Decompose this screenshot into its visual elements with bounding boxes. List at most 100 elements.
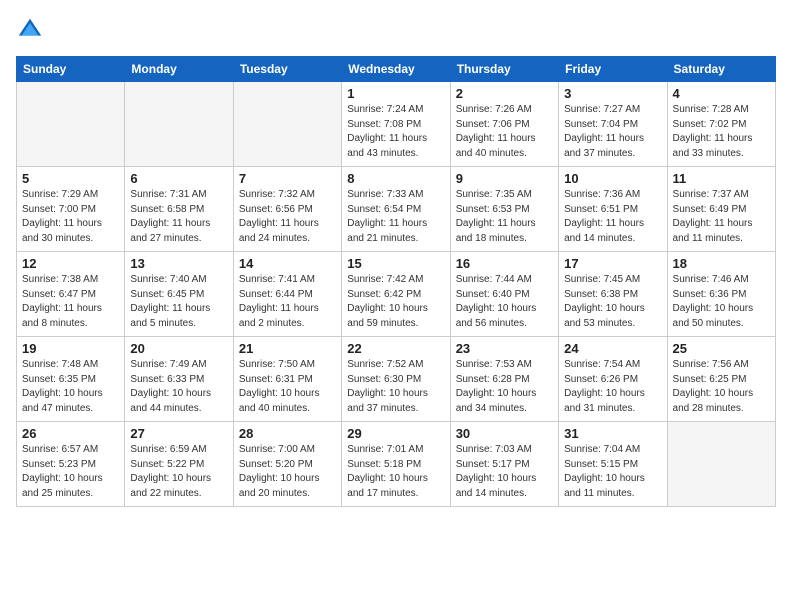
day-number: 19 (22, 341, 119, 356)
day-number: 2 (456, 86, 553, 101)
day-cell: 14 Sunrise: 7:41 AM Sunset: 6:44 PM Dayli… (233, 252, 341, 337)
day-number: 29 (347, 426, 444, 441)
week-row-2: 5 Sunrise: 7:29 AM Sunset: 7:00 PM Daylig… (17, 167, 776, 252)
day-number: 25 (673, 341, 770, 356)
day-cell: 1Sunrise: 7:24 AM Sunset: 7:08 PM Daylig… (342, 82, 450, 167)
day-number: 28 (239, 426, 336, 441)
day-info: Sunrise: 7:40 AM Sunset: 6:45 PM Dayligh… (130, 273, 227, 331)
day-cell: 28 Sunrise: 7:00 AM Sunset: 5:20 PM Dayli… (233, 422, 341, 507)
day-cell: 9 Sunrise: 7:35 AM Sunset: 6:53 PM Daylig… (450, 167, 558, 252)
day-info: Sunrise: 7:41 AM Sunset: 6:44 PM Dayligh… (239, 273, 336, 331)
day-cell: 27 Sunrise: 6:59 AM Sunset: 5:22 PM Dayli… (125, 422, 233, 507)
calendar-table: SundayMondayTuesdayWednesdayThursdayFrid… (16, 56, 776, 507)
day-number: 11 (673, 171, 770, 186)
day-number: 5 (22, 171, 119, 186)
day-info: Sunrise: 7:36 AM Sunset: 6:51 PM Dayligh… (564, 188, 661, 246)
day-number: 1 (347, 86, 444, 101)
day-info: Sunrise: 7:42 AM Sunset: 6:42 PM Dayligh… (347, 273, 444, 331)
weekday-header-tuesday: Tuesday (233, 57, 341, 82)
day-info: Sunrise: 7:29 AM Sunset: 7:00 PM Dayligh… (22, 188, 119, 246)
day-number: 6 (130, 171, 227, 186)
week-row-3: 12Sunrise: 7:38 AM Sunset: 6:47 PM Dayli… (17, 252, 776, 337)
weekday-header-monday: Monday (125, 57, 233, 82)
weekday-header-friday: Friday (559, 57, 667, 82)
day-cell: 23 Sunrise: 7:53 AM Sunset: 6:28 PM Dayli… (450, 337, 558, 422)
day-number: 8 (347, 171, 444, 186)
day-info: Sunrise: 6:59 AM Sunset: 5:22 PM Dayligh… (130, 443, 227, 501)
day-number: 26 (22, 426, 119, 441)
day-cell: 12Sunrise: 7:38 AM Sunset: 6:47 PM Dayli… (17, 252, 125, 337)
day-info: Sunrise: 7:32 AM Sunset: 6:56 PM Dayligh… (239, 188, 336, 246)
day-number: 9 (456, 171, 553, 186)
day-info: Sunrise: 7:54 AM Sunset: 6:26 PM Dayligh… (564, 358, 661, 416)
day-info: Sunrise: 7:37 AM Sunset: 6:49 PM Dayligh… (673, 188, 770, 246)
day-cell: 21 Sunrise: 7:50 AM Sunset: 6:31 PM Dayli… (233, 337, 341, 422)
day-info: Sunrise: 7:56 AM Sunset: 6:25 PM Dayligh… (673, 358, 770, 416)
day-cell: 17 Sunrise: 7:45 AM Sunset: 6:38 PM Dayli… (559, 252, 667, 337)
day-cell: 24 Sunrise: 7:54 AM Sunset: 6:26 PM Dayli… (559, 337, 667, 422)
day-number: 22 (347, 341, 444, 356)
day-cell: 26Sunrise: 6:57 AM Sunset: 5:23 PM Dayli… (17, 422, 125, 507)
day-number: 23 (456, 341, 553, 356)
day-number: 18 (673, 256, 770, 271)
day-info: Sunrise: 7:04 AM Sunset: 5:15 PM Dayligh… (564, 443, 661, 501)
day-number: 4 (673, 86, 770, 101)
day-number: 16 (456, 256, 553, 271)
day-cell: 29 Sunrise: 7:01 AM Sunset: 5:18 PM Dayli… (342, 422, 450, 507)
day-info: Sunrise: 7:44 AM Sunset: 6:40 PM Dayligh… (456, 273, 553, 331)
day-info: Sunrise: 7:33 AM Sunset: 6:54 PM Dayligh… (347, 188, 444, 246)
day-info: Sunrise: 7:48 AM Sunset: 6:35 PM Dayligh… (22, 358, 119, 416)
day-info: Sunrise: 7:35 AM Sunset: 6:53 PM Dayligh… (456, 188, 553, 246)
logo (16, 16, 48, 44)
day-number: 7 (239, 171, 336, 186)
day-cell (125, 82, 233, 167)
day-cell (667, 422, 775, 507)
day-info: Sunrise: 7:53 AM Sunset: 6:28 PM Dayligh… (456, 358, 553, 416)
day-cell: 16 Sunrise: 7:44 AM Sunset: 6:40 PM Dayli… (450, 252, 558, 337)
week-row-4: 19 Sunrise: 7:48 AM Sunset: 6:35 PM Dayli… (17, 337, 776, 422)
day-number: 21 (239, 341, 336, 356)
day-cell: 25 Sunrise: 7:56 AM Sunset: 6:25 PM Dayli… (667, 337, 775, 422)
day-info: Sunrise: 7:45 AM Sunset: 6:38 PM Dayligh… (564, 273, 661, 331)
day-cell (233, 82, 341, 167)
day-number: 15 (347, 256, 444, 271)
week-row-5: 26Sunrise: 6:57 AM Sunset: 5:23 PM Dayli… (17, 422, 776, 507)
day-number: 30 (456, 426, 553, 441)
day-number: 12 (22, 256, 119, 271)
day-cell: 22 Sunrise: 7:52 AM Sunset: 6:30 PM Dayli… (342, 337, 450, 422)
day-info: Sunrise: 7:31 AM Sunset: 6:58 PM Dayligh… (130, 188, 227, 246)
day-cell: 30 Sunrise: 7:03 AM Sunset: 5:17 PM Dayli… (450, 422, 558, 507)
day-info: Sunrise: 7:00 AM Sunset: 5:20 PM Dayligh… (239, 443, 336, 501)
day-info: Sunrise: 7:01 AM Sunset: 5:18 PM Dayligh… (347, 443, 444, 501)
day-cell: 20 Sunrise: 7:49 AM Sunset: 6:33 PM Dayli… (125, 337, 233, 422)
day-cell: 19 Sunrise: 7:48 AM Sunset: 6:35 PM Dayli… (17, 337, 125, 422)
day-number: 10 (564, 171, 661, 186)
day-info: Sunrise: 7:27 AM Sunset: 7:04 PM Dayligh… (564, 103, 661, 161)
day-cell: 15 Sunrise: 7:42 AM Sunset: 6:42 PM Dayli… (342, 252, 450, 337)
day-number: 14 (239, 256, 336, 271)
day-cell (17, 82, 125, 167)
day-info: Sunrise: 7:49 AM Sunset: 6:33 PM Dayligh… (130, 358, 227, 416)
weekday-header-thursday: Thursday (450, 57, 558, 82)
weekday-header-sunday: Sunday (17, 57, 125, 82)
day-cell: 6 Sunrise: 7:31 AM Sunset: 6:58 PM Daylig… (125, 167, 233, 252)
day-cell: 2 Sunrise: 7:26 AM Sunset: 7:06 PM Daylig… (450, 82, 558, 167)
day-number: 24 (564, 341, 661, 356)
day-cell: 18 Sunrise: 7:46 AM Sunset: 6:36 PM Dayli… (667, 252, 775, 337)
day-cell: 3Sunrise: 7:27 AM Sunset: 7:04 PM Daylig… (559, 82, 667, 167)
day-cell: 13Sunrise: 7:40 AM Sunset: 6:45 PM Dayli… (125, 252, 233, 337)
day-info: Sunrise: 7:50 AM Sunset: 6:31 PM Dayligh… (239, 358, 336, 416)
day-info: Sunrise: 7:26 AM Sunset: 7:06 PM Dayligh… (456, 103, 553, 161)
day-info: Sunrise: 7:03 AM Sunset: 5:17 PM Dayligh… (456, 443, 553, 501)
day-number: 17 (564, 256, 661, 271)
day-info: Sunrise: 7:52 AM Sunset: 6:30 PM Dayligh… (347, 358, 444, 416)
week-row-1: 1Sunrise: 7:24 AM Sunset: 7:08 PM Daylig… (17, 82, 776, 167)
day-cell: 4 Sunrise: 7:28 AM Sunset: 7:02 PM Daylig… (667, 82, 775, 167)
day-cell: 31Sunrise: 7:04 AM Sunset: 5:15 PM Dayli… (559, 422, 667, 507)
day-number: 20 (130, 341, 227, 356)
weekday-header-wednesday: Wednesday (342, 57, 450, 82)
day-info: Sunrise: 7:46 AM Sunset: 6:36 PM Dayligh… (673, 273, 770, 331)
weekday-header-saturday: Saturday (667, 57, 775, 82)
day-number: 27 (130, 426, 227, 441)
day-info: Sunrise: 7:28 AM Sunset: 7:02 PM Dayligh… (673, 103, 770, 161)
